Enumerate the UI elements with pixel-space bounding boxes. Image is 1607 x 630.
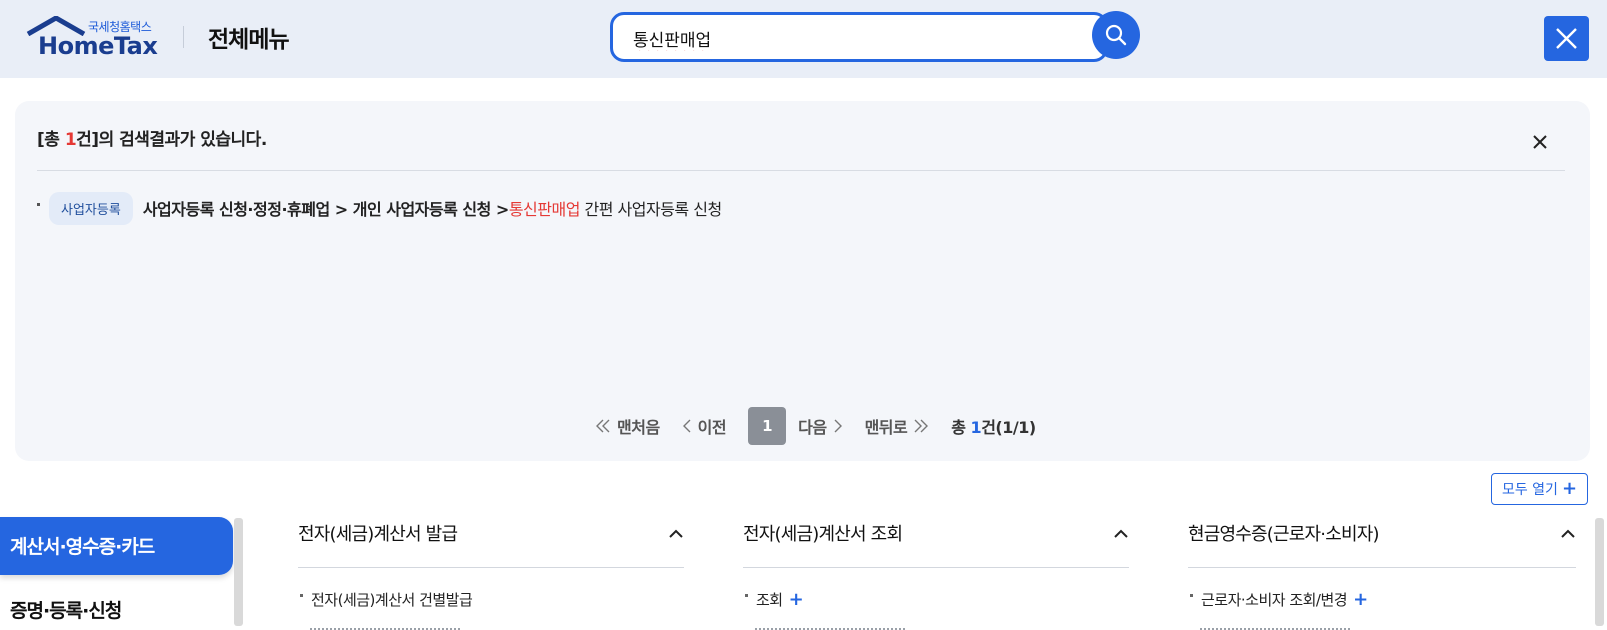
bullet xyxy=(37,202,40,206)
menu-item[interactable]: 근로자·소비자 조회/변경 + xyxy=(1188,589,1576,610)
close-menu-button[interactable] xyxy=(1544,16,1589,61)
search-box xyxy=(610,12,1108,62)
hometax-logo[interactable]: 국세청홈택스 HomeTax xyxy=(24,14,159,62)
column-title: 전자(세금)계산서 발급 xyxy=(298,524,458,545)
category-item-active[interactable]: 계산서·영수증·카드 xyxy=(0,517,233,575)
bullet xyxy=(300,594,303,597)
first-page-label: 맨처음 xyxy=(617,418,660,437)
chevron-right-icon xyxy=(834,419,842,433)
total-count: 1 xyxy=(970,418,982,437)
results-summary: [총 1건]의 검색결과가 있습니다. xyxy=(37,125,267,150)
column-header[interactable]: 현금영수증(근로자·소비자) xyxy=(1188,518,1576,548)
column-title: 전자(세금)계산서 조회 xyxy=(743,524,903,545)
last-page-label: 맨뒤로 xyxy=(864,418,908,437)
category-scrollbar[interactable] xyxy=(234,518,243,626)
column-title: 현금영수증(근로자·소비자) xyxy=(1188,524,1380,545)
close-icon xyxy=(1556,28,1577,49)
next-page-button[interactable]: 다음 xyxy=(798,414,842,438)
column-header[interactable]: 전자(세금)계산서 발급 xyxy=(298,518,684,548)
prev-page-button[interactable]: 이전 xyxy=(682,414,727,438)
menu-item-label: 조회 xyxy=(756,591,783,609)
prev-page-label: 이전 xyxy=(697,418,727,437)
search-button[interactable] xyxy=(1092,11,1140,59)
menu-item-label: 근로자·소비자 조회/변경 xyxy=(1201,591,1348,609)
column-divider xyxy=(743,567,1129,568)
total-prefix: 총 xyxy=(951,418,971,437)
summary-suffix: 건]의 검색결과가 있습니다. xyxy=(76,130,267,150)
category-item[interactable]: 증명·등록·신청 xyxy=(10,596,122,623)
search-icon xyxy=(1105,24,1127,46)
chevron-left-icon xyxy=(682,419,691,433)
results-divider xyxy=(37,170,1565,171)
menu-item-label: 전자(세금)계산서 건별발급 xyxy=(311,591,473,609)
pager-total: 총 1건(1/1) xyxy=(951,414,1036,438)
total-suffix: 건(1/1) xyxy=(981,418,1036,437)
menu-item[interactable]: 전자(세금)계산서 건별발급 xyxy=(298,589,684,610)
logo-english: HomeTax xyxy=(38,32,158,60)
menu-column: 전자(세금)계산서 조회 조회 + xyxy=(743,518,1129,630)
column-divider xyxy=(1188,567,1576,568)
menu-column: 현금영수증(근로자·소비자) 근로자·소비자 조회/변경 + xyxy=(1188,518,1576,630)
double-chevron-right-icon xyxy=(914,419,929,433)
path-after: 간편 사업자등록 신청 xyxy=(579,200,723,219)
plus-icon[interactable]: + xyxy=(1353,590,1368,608)
column-divider xyxy=(298,567,684,568)
column-header[interactable]: 전자(세금)계산서 조회 xyxy=(743,518,1129,548)
bullet xyxy=(745,594,748,597)
result-path[interactable]: 사업자등록 신청·정정·휴폐업 > 개인 사업자등록 신청 >통신판매업 간편 … xyxy=(143,196,722,220)
next-page-label: 다음 xyxy=(798,418,827,437)
chevron-up-icon xyxy=(669,529,683,538)
header: 국세청홈택스 HomeTax 전체메뉴 xyxy=(0,0,1607,78)
results-count: 1 xyxy=(64,130,77,150)
next-menu-item-peek xyxy=(298,622,684,630)
summary-prefix: [총 xyxy=(37,130,65,150)
next-menu-item-peek xyxy=(743,622,1129,630)
current-page[interactable]: 1 xyxy=(748,407,787,445)
pagination: 맨처음 이전 1 다음 맨뒤로 총 1건(1/1) xyxy=(595,407,1036,445)
search-results-panel: [총 1건]의 검색결과가 있습니다. 사업자등록 사업자등록 신청·정정·휴폐… xyxy=(15,101,1590,461)
path-before: 사업자등록 신청·정정·휴폐업 > 개인 사업자등록 신청 > xyxy=(142,200,510,219)
menu-column: 전자(세금)계산서 발급 전자(세금)계산서 건별발급 xyxy=(298,518,684,630)
plus-icon[interactable]: + xyxy=(789,590,804,608)
content-scrollbar[interactable] xyxy=(1595,518,1604,626)
search-input[interactable] xyxy=(633,25,1073,51)
bullet xyxy=(1190,594,1193,597)
chevron-up-icon xyxy=(1561,529,1575,538)
path-highlight: 통신판매업 xyxy=(508,200,581,219)
plus-icon: + xyxy=(1561,478,1578,499)
menu-item[interactable]: 조회 + xyxy=(743,589,1129,610)
header-divider xyxy=(183,26,184,48)
expand-all-button[interactable]: 모두 열기 + xyxy=(1491,473,1588,505)
page-title: 전체메뉴 xyxy=(208,27,290,53)
next-menu-item-peek xyxy=(1188,622,1576,630)
last-page-button[interactable]: 맨뒤로 xyxy=(865,414,930,438)
close-results-icon[interactable] xyxy=(1529,131,1551,153)
double-chevron-left-icon xyxy=(596,419,610,433)
result-item[interactable]: 사업자등록 사업자등록 신청·정정·휴폐업 > 개인 사업자등록 신청 >통신판… xyxy=(37,191,722,225)
first-page-button[interactable]: 맨처음 xyxy=(595,414,660,438)
expand-all-label: 모두 열기 xyxy=(1501,482,1558,498)
category-tag: 사업자등록 xyxy=(49,191,133,225)
chevron-up-icon xyxy=(1114,529,1128,538)
